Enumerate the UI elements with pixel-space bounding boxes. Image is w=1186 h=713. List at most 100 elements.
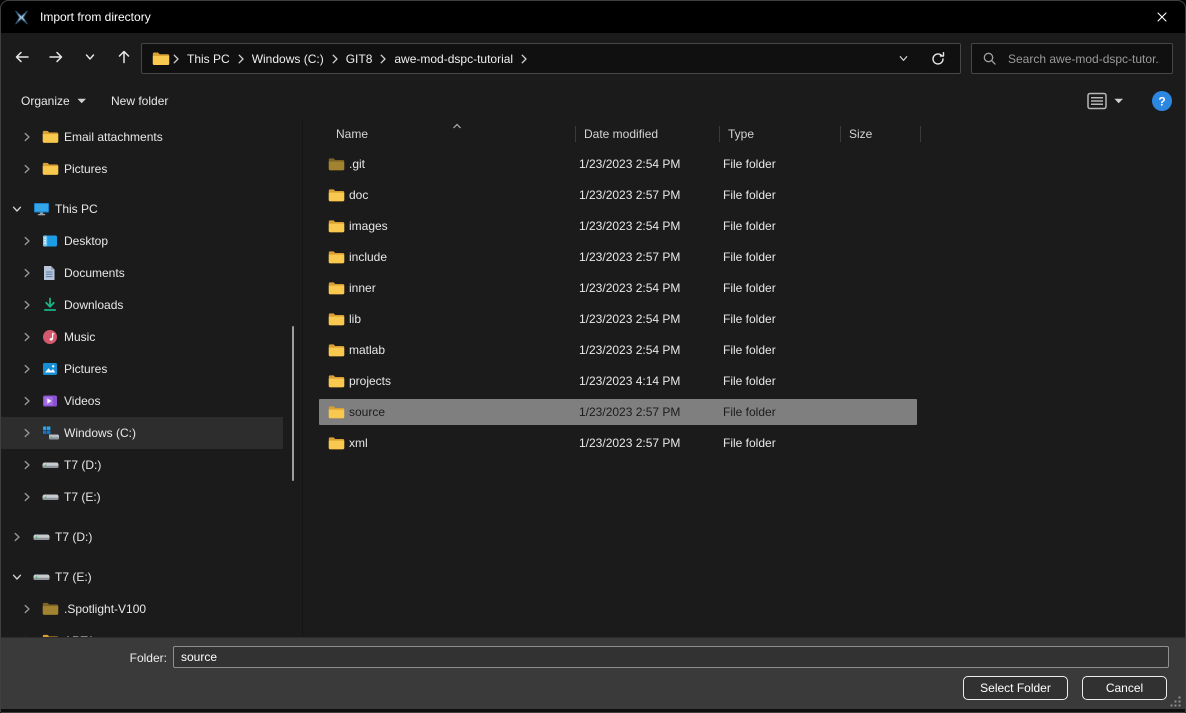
sidebar-scrollbar[interactable] xyxy=(292,326,294,481)
file-row-inner[interactable]: inner 1/23/2023 2:54 PM File folder xyxy=(319,275,917,301)
details-view-icon xyxy=(1087,92,1107,110)
address-bar[interactable]: This PC Windows (C:) GIT8 awe-mod-dspc-tuto… xyxy=(141,43,961,74)
sidebar-item-label: Documents xyxy=(64,266,125,280)
folder-dim-icon xyxy=(42,602,59,617)
breadcrumb-chevron-icon xyxy=(331,53,339,65)
chevron-right-icon xyxy=(21,491,33,503)
column-header-date-modified[interactable]: Date modified xyxy=(576,121,720,147)
chevron-down-icon xyxy=(11,571,23,583)
breadcrumb-chevron-icon xyxy=(172,53,180,65)
folder-icon xyxy=(328,281,345,296)
sidebar-item-pictures[interactable]: Pictures xyxy=(1,153,302,185)
drive-icon xyxy=(42,490,59,504)
address-folder-icon xyxy=(152,51,170,67)
sidebar-item-arta[interactable]: ARTA xyxy=(1,625,302,637)
dropdown-arrow-icon xyxy=(1114,98,1123,104)
chevron-right-icon xyxy=(21,603,33,615)
help-icon: ? xyxy=(1151,90,1173,112)
drive-icon xyxy=(33,570,50,584)
file-row-images[interactable]: images 1/23/2023 2:54 PM File folder xyxy=(319,213,917,239)
folder-icon xyxy=(328,436,345,451)
folder-icon xyxy=(328,250,345,265)
select-folder-button[interactable]: Select Folder xyxy=(963,676,1068,700)
sidebar-item-spotlight-v100[interactable]: .Spotlight-V100 xyxy=(1,593,302,625)
sidebar-item-label: T7 (E:) xyxy=(55,570,92,584)
chevron-right-icon xyxy=(21,331,33,343)
sidebar-item-label: T7 (D:) xyxy=(55,530,92,544)
sidebar-item-this-pc[interactable]: This PC xyxy=(1,193,302,225)
sidebar-item-t7-e[interactable]: T7 (E:) xyxy=(1,481,302,513)
search-input[interactable] xyxy=(1006,51,1162,67)
column-header-size[interactable]: Size xyxy=(841,121,921,147)
chevron-right-icon xyxy=(11,531,23,543)
breadcrumb-item-awe-mod-dspc-tutorial[interactable]: awe-mod-dspc-tutorial xyxy=(389,50,518,68)
search-box xyxy=(971,43,1173,74)
chevron-right-icon xyxy=(21,363,33,375)
address-dropdown-button[interactable] xyxy=(894,46,912,72)
new-folder-button[interactable]: New folder xyxy=(105,89,174,113)
windows-drive-icon xyxy=(42,425,60,441)
folder-icon xyxy=(328,374,345,389)
breadcrumb-item-git8[interactable]: GIT8 xyxy=(341,50,378,68)
navigation-bar: This PC Windows (C:) GIT8 awe-mod-dspc-tuto… xyxy=(1,33,1185,81)
column-header-type[interactable]: Type xyxy=(720,121,841,147)
cancel-button[interactable]: Cancel xyxy=(1082,676,1167,700)
sidebar-item-label: This PC xyxy=(55,202,98,216)
pictures-icon xyxy=(42,361,58,377)
chevron-right-icon xyxy=(21,131,33,143)
chevron-right-icon xyxy=(21,395,33,407)
breadcrumb: This PC Windows (C:) GIT8 awe-mod-dspc-tuto… xyxy=(170,50,530,68)
recent-locations-button[interactable] xyxy=(77,44,103,70)
close-button[interactable] xyxy=(1139,1,1185,33)
file-row-xml[interactable]: xml 1/23/2023 2:57 PM File folder xyxy=(319,430,917,456)
file-row-source[interactable]: source 1/23/2023 2:57 PM File folder xyxy=(319,399,917,425)
file-row-include[interactable]: include 1/23/2023 2:57 PM File folder xyxy=(319,244,917,270)
organize-label: Organize xyxy=(21,94,70,108)
sidebar-item-t7-d[interactable]: T7 (D:) xyxy=(1,449,302,481)
file-row-lib[interactable]: lib 1/23/2023 2:54 PM File folder xyxy=(319,306,917,332)
forward-icon xyxy=(47,48,65,66)
breadcrumb-chevron-icon xyxy=(520,53,528,65)
change-view-button[interactable] xyxy=(1087,90,1123,112)
search-icon xyxy=(982,51,997,66)
file-rows: .git 1/23/2023 2:54 PM File folder doc 1… xyxy=(304,147,1185,456)
column-header-name[interactable]: Name xyxy=(304,121,576,147)
command-toolbar: Organize New folder ? xyxy=(1,81,1185,121)
chevron-right-icon xyxy=(21,427,33,439)
sidebar-item-downloads[interactable]: Downloads xyxy=(1,289,302,321)
dialog-footer: Folder: Select Folder Cancel xyxy=(1,637,1185,712)
sidebar-item-desktop[interactable]: Desktop xyxy=(1,225,302,257)
sidebar-item-pictures[interactable]: Pictures xyxy=(1,353,302,385)
sidebar-item-videos[interactable]: Videos xyxy=(1,385,302,417)
forward-button[interactable] xyxy=(43,44,69,70)
chevron-right-icon xyxy=(21,267,33,279)
organize-button[interactable]: Organize xyxy=(15,89,92,113)
sidebar-item-label: Pictures xyxy=(64,362,107,376)
downloads-icon xyxy=(42,297,58,313)
sidebar-item-label: Desktop xyxy=(64,234,108,248)
up-button[interactable] xyxy=(111,44,137,70)
breadcrumb-item-this-pc[interactable]: This PC xyxy=(182,50,235,68)
dropdown-arrow-icon xyxy=(77,98,86,104)
window-bottom-edge xyxy=(1,709,1185,712)
sidebar-item-windows-c[interactable]: Windows (C:) xyxy=(1,417,283,449)
file-row-git[interactable]: .git 1/23/2023 2:54 PM File folder xyxy=(319,151,917,177)
folder-name-input[interactable] xyxy=(173,646,1169,668)
refresh-button[interactable] xyxy=(928,46,948,72)
sidebar-item-t7-d[interactable]: T7 (D:) xyxy=(1,521,302,553)
chevron-right-icon xyxy=(21,163,33,175)
sidebar-item-t7-e[interactable]: T7 (E:) xyxy=(1,561,302,593)
resize-grip[interactable] xyxy=(1170,696,1181,707)
videos-icon xyxy=(42,393,58,409)
sidebar-item-email-attachments[interactable]: Email attachments xyxy=(1,121,302,153)
help-button[interactable]: ? xyxy=(1151,90,1173,112)
folder-label: Folder: xyxy=(1,651,167,665)
sidebar-item-label: Downloads xyxy=(64,298,123,312)
file-row-matlab[interactable]: matlab 1/23/2023 2:54 PM File folder xyxy=(319,337,917,363)
breadcrumb-item-windows-c[interactable]: Windows (C:) xyxy=(247,50,329,68)
file-row-projects[interactable]: projects 1/23/2023 4:14 PM File folder xyxy=(319,368,917,394)
sidebar-item-music[interactable]: Music xyxy=(1,321,302,353)
back-button[interactable] xyxy=(9,44,35,70)
sidebar-item-documents[interactable]: Documents xyxy=(1,257,302,289)
file-row-doc[interactable]: doc 1/23/2023 2:57 PM File folder xyxy=(319,182,917,208)
